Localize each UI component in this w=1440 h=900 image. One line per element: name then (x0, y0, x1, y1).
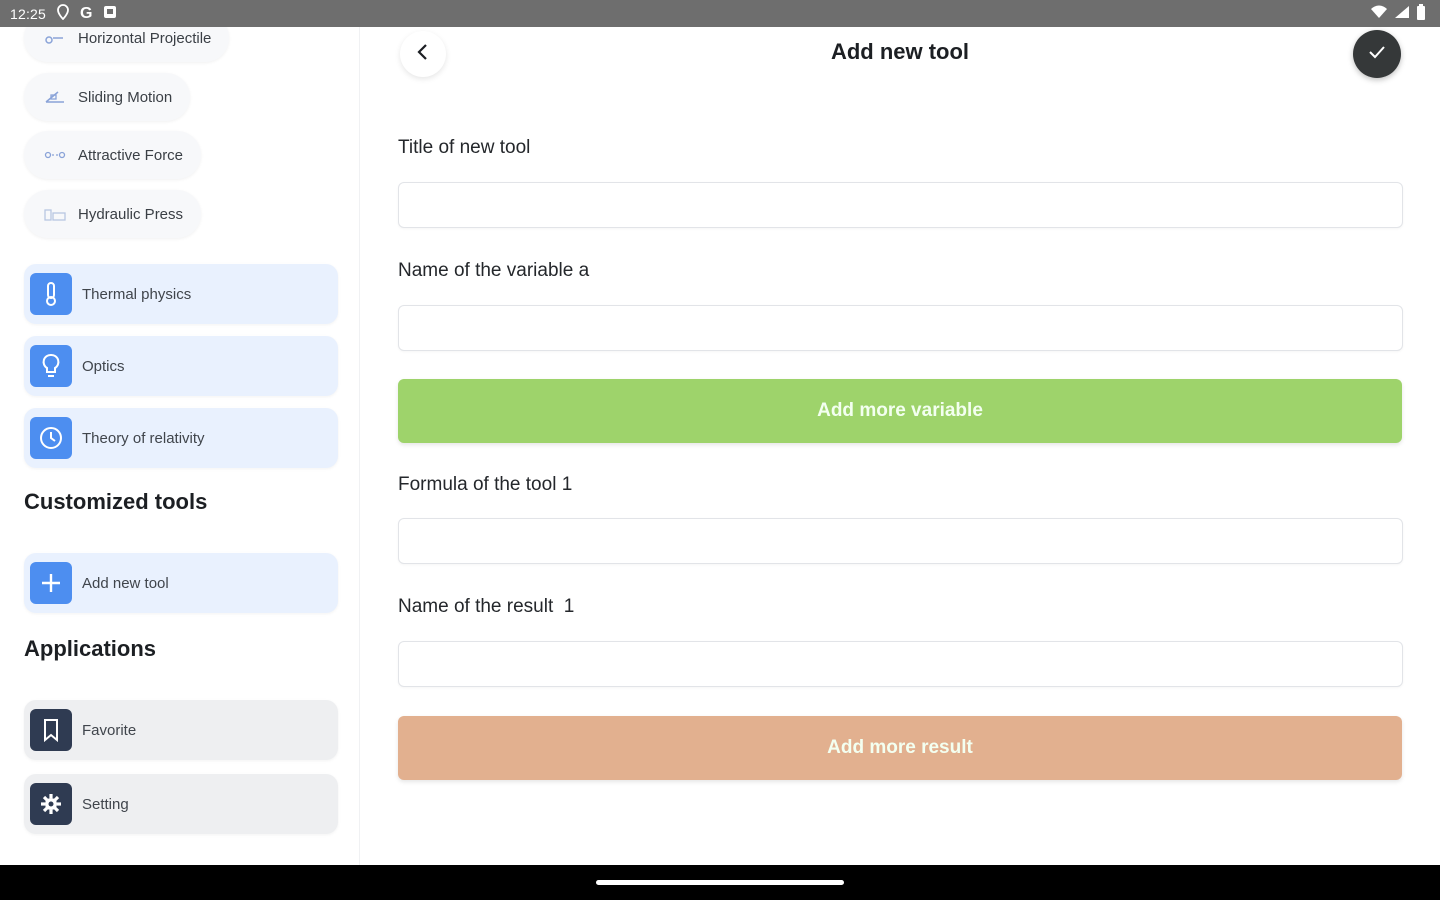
title-field-label: Title of new tool (398, 137, 531, 158)
chip-attractive-force[interactable]: Attractive Force (24, 131, 202, 179)
plus-icon (30, 562, 72, 604)
add-new-tool-button[interactable]: Add new tool (24, 553, 338, 613)
status-bar: 12:25 G (0, 0, 1440, 27)
title-input[interactable] (398, 182, 1403, 228)
customized-tools-heading: Customized tools (24, 489, 208, 514)
variable-field-label: Name of the variable a (398, 260, 590, 281)
sliding-icon (44, 90, 66, 104)
status-time: 12:25 (10, 5, 47, 22)
location-icon (56, 4, 70, 23)
add-more-variable-button[interactable]: Add more variable (398, 379, 1402, 443)
app-label: Favorite (82, 721, 137, 739)
category-label: Thermal physics (82, 285, 192, 303)
chip-label: Hydraulic Press (78, 205, 184, 223)
chip-hydraulic-press[interactable]: Hydraulic Press (24, 190, 202, 238)
category-label: Optics (82, 357, 125, 375)
formula-field-label: Formula of the tool 1 (398, 474, 573, 495)
lightbulb-icon (30, 345, 72, 387)
signal-icon (1394, 5, 1410, 22)
wifi-icon (1370, 5, 1388, 22)
app-favorite[interactable]: Favorite (24, 700, 338, 760)
category-thermal-physics[interactable]: Thermal physics (24, 264, 338, 324)
variable-name-input[interactable] (398, 305, 1403, 351)
google-icon: G (80, 4, 93, 22)
battery-icon (1416, 4, 1426, 23)
confirm-button[interactable] (1353, 30, 1401, 78)
check-icon (1368, 45, 1386, 64)
applications-heading: Applications (24, 636, 157, 661)
category-label: Theory of relativity (82, 429, 205, 447)
sidebar: Horizontal Projectile Sliding Motion Att… (0, 27, 360, 865)
result-name-input[interactable] (398, 641, 1403, 687)
chip-label: Horizontal Projectile (78, 29, 212, 47)
add-new-tool-label: Add new tool (82, 574, 169, 592)
navigation-bar (0, 865, 1440, 900)
page-title: Add new tool (830, 39, 970, 64)
force-icon (44, 148, 66, 162)
app-label: Setting (82, 795, 129, 813)
result-field-label: Name of the result 1 (398, 596, 575, 617)
app-setting[interactable]: Setting (24, 774, 338, 834)
category-optics[interactable]: Optics (24, 336, 338, 396)
chip-horizontal-projectile[interactable]: Horizontal Projectile (24, 27, 230, 62)
press-icon (44, 207, 66, 221)
clock-icon (30, 417, 72, 459)
category-theory-of-relativity[interactable]: Theory of relativity (24, 408, 338, 468)
home-handle[interactable] (596, 880, 844, 885)
add-more-result-button[interactable]: Add more result (398, 716, 1402, 780)
projectile-icon (44, 31, 66, 45)
notification-icon (103, 5, 117, 22)
bookmark-icon (30, 709, 72, 751)
chip-label: Sliding Motion (78, 88, 173, 106)
formula-input[interactable] (398, 518, 1403, 564)
chip-label: Attractive Force (78, 146, 184, 164)
chip-sliding-motion[interactable]: Sliding Motion (24, 73, 191, 121)
thermometer-icon (30, 273, 72, 315)
main-content: Add new tool Title of new tool Name of t… (360, 27, 1440, 865)
gear-icon (30, 783, 72, 825)
